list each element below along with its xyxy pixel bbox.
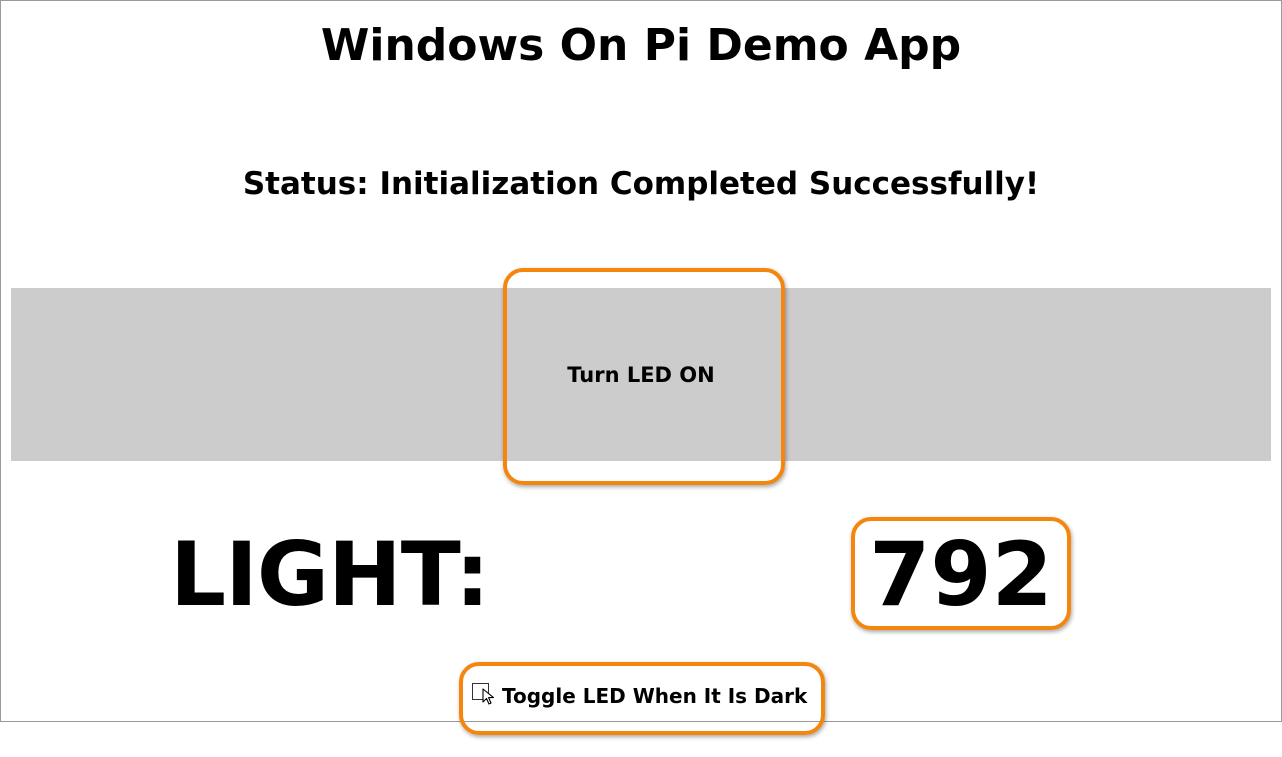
light-label: LIGHT: xyxy=(170,523,490,626)
toggle-led-label: Toggle LED When It Is Dark xyxy=(502,684,808,708)
light-value: 792 xyxy=(869,523,1053,626)
mouse-pointer-icon xyxy=(482,687,495,705)
turn-led-on-label: Turn LED ON xyxy=(567,362,715,387)
status-text: Status: Initialization Completed Success… xyxy=(242,166,1040,202)
turn-led-on-button[interactable]: Turn LED ON xyxy=(11,288,1271,461)
app-title: Windows On Pi Demo App xyxy=(320,20,962,71)
toggle-led-when-dark-checkbox[interactable]: Toggle LED When It Is Dark xyxy=(472,679,807,713)
checkbox-icon[interactable] xyxy=(472,682,495,705)
